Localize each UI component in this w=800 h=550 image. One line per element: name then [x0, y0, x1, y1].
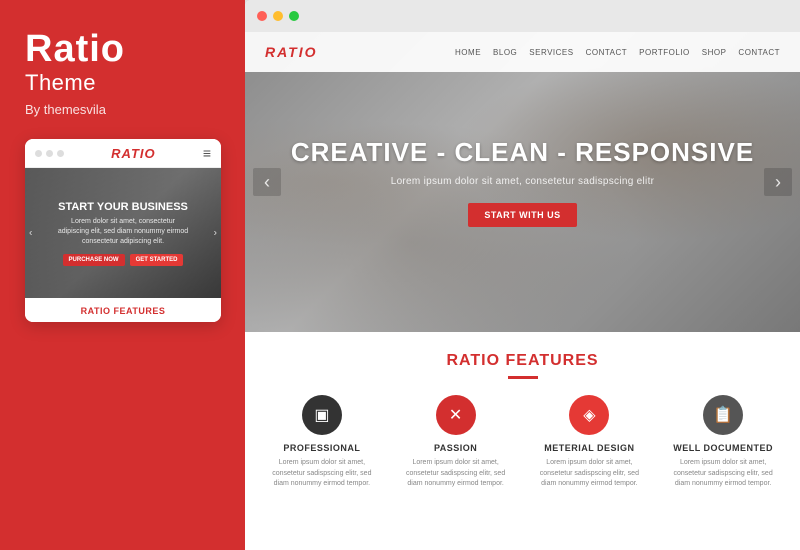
browser-close-dot[interactable] [257, 11, 267, 21]
hero-prev-arrow[interactable]: ‹ [253, 168, 281, 196]
nav-item-services[interactable]: SERVICES [529, 48, 573, 57]
mobile-dot-2 [46, 150, 53, 157]
site-nav-items: HOME BLOG SERVICES CONTACT PORTFOLIO SHO… [455, 48, 780, 57]
mobile-top-bar: RATIO ≡ [25, 139, 221, 168]
left-panel: Ratio Theme By themesvila RATIO ≡ ‹ STAR… [0, 0, 245, 550]
features-grid: ▣ PROFESSIONAL Lorem ipsum dolor sit ame… [265, 395, 780, 490]
mobile-hero-sub: Lorem dolor sit amet, consecteturadipisc… [58, 217, 188, 246]
feature-icon-passion: ✕ [436, 395, 476, 435]
nav-item-contact2[interactable]: CONTACT [738, 48, 780, 57]
site-logo[interactable]: RATIO [265, 44, 318, 60]
feature-name-professional: PROFESSIONAL [265, 443, 379, 453]
mobile-prev-arrow[interactable]: ‹ [29, 228, 32, 239]
feature-icon-professional: ▣ [302, 395, 342, 435]
features-heading: RATIO FEATURES [265, 352, 780, 370]
right-panel: RATIO HOME BLOG SERVICES CONTACT PORTFOL… [245, 0, 800, 550]
author-label: By themesvila [25, 102, 125, 117]
feature-desc-passion: Lorem ipsum dolor sit amet, consetetur s… [399, 458, 513, 490]
mobile-features-label2: FEATURES [114, 306, 166, 316]
feature-icon-documented: 📋 [703, 395, 743, 435]
nav-item-contact[interactable]: CONTACT [586, 48, 628, 57]
nav-item-blog[interactable]: BLOG [493, 48, 517, 57]
title-ratio: Ratio [25, 30, 125, 68]
feature-item-material: ◈ METERIAL DESIGN Lorem ipsum dolor sit … [533, 395, 647, 490]
features-underline [508, 376, 538, 379]
feature-desc-professional: Lorem ipsum dolor sit amet, consetetur s… [265, 458, 379, 490]
feature-item-passion: ✕ PASSION Lorem ipsum dolor sit amet, co… [399, 395, 513, 490]
feature-item-professional: ▣ PROFESSIONAL Lorem ipsum dolor sit ame… [265, 395, 379, 490]
feature-name-material: METERIAL DESIGN [533, 443, 647, 453]
mobile-features-bar: RATIO FEATURES [25, 298, 221, 322]
hamburger-icon[interactable]: ≡ [203, 145, 211, 161]
hero-next-arrow[interactable]: › [764, 168, 792, 196]
nav-item-shop[interactable]: SHOP [702, 48, 727, 57]
mobile-window-controls [35, 150, 64, 157]
feature-name-documented: WELL DOCUMENTED [666, 443, 780, 453]
mobile-get-started-button[interactable]: GET STARTED [130, 254, 184, 266]
feature-name-passion: PASSION [399, 443, 513, 453]
mobile-dot-1 [35, 150, 42, 157]
site-hero: ‹ CREATIVE - CLEAN - RESPONSIVE Lorem ip… [245, 32, 800, 332]
mobile-features-label1: RATIO [81, 306, 111, 316]
mobile-purchase-button[interactable]: PURCHASE NOW [63, 254, 125, 266]
browser-minimize-dot[interactable] [273, 11, 283, 21]
mobile-mockup: RATIO ≡ ‹ START YOUR BUSINESS Lorem dolo… [25, 139, 221, 322]
title-theme: Theme [25, 70, 125, 96]
mobile-features-title: RATIO FEATURES [33, 306, 213, 316]
mobile-dot-3 [57, 150, 64, 157]
hero-title: CREATIVE - CLEAN - RESPONSIVE [291, 137, 754, 168]
mobile-hero-buttons: PURCHASE NOW GET STARTED [63, 254, 184, 266]
mobile-hero-title: START YOUR BUSINESS [58, 200, 188, 214]
feature-icon-material: ◈ [569, 395, 609, 435]
browser-chrome-bar [245, 0, 800, 32]
mobile-hero: ‹ START YOUR BUSINESS Lorem dolor sit am… [25, 168, 221, 298]
browser-content: RATIO HOME BLOG SERVICES CONTACT PORTFOL… [245, 32, 800, 550]
features-label1: RATIO [446, 352, 500, 369]
nav-item-home[interactable]: HOME [455, 48, 481, 57]
hero-cta-button[interactable]: START WITH US [468, 203, 576, 227]
feature-item-documented: 📋 WELL DOCUMENTED Lorem ipsum dolor sit … [666, 395, 780, 490]
hero-subtitle: Lorem ipsum dolor sit amet, consetetur s… [291, 176, 754, 187]
browser-maximize-dot[interactable] [289, 11, 299, 21]
feature-desc-documented: Lorem ipsum dolor sit amet, consetetur s… [666, 458, 780, 490]
hero-content: CREATIVE - CLEAN - RESPONSIVE Lorem ipsu… [291, 137, 754, 227]
app-title: Ratio Theme By themesvila [25, 30, 125, 117]
features-label2: FEATURES [506, 352, 599, 369]
mobile-next-arrow[interactable]: › [214, 228, 217, 239]
site-navbar: RATIO HOME BLOG SERVICES CONTACT PORTFOL… [245, 32, 800, 72]
mobile-logo: RATIO [111, 146, 155, 161]
feature-desc-material: Lorem ipsum dolor sit amet, consetetur s… [533, 458, 647, 490]
features-section: RATIO FEATURES ▣ PROFESSIONAL Lorem ipsu… [245, 332, 800, 505]
nav-item-portfolio[interactable]: PORTFOLIO [639, 48, 690, 57]
browser-mockup: RATIO HOME BLOG SERVICES CONTACT PORTFOL… [245, 0, 800, 550]
